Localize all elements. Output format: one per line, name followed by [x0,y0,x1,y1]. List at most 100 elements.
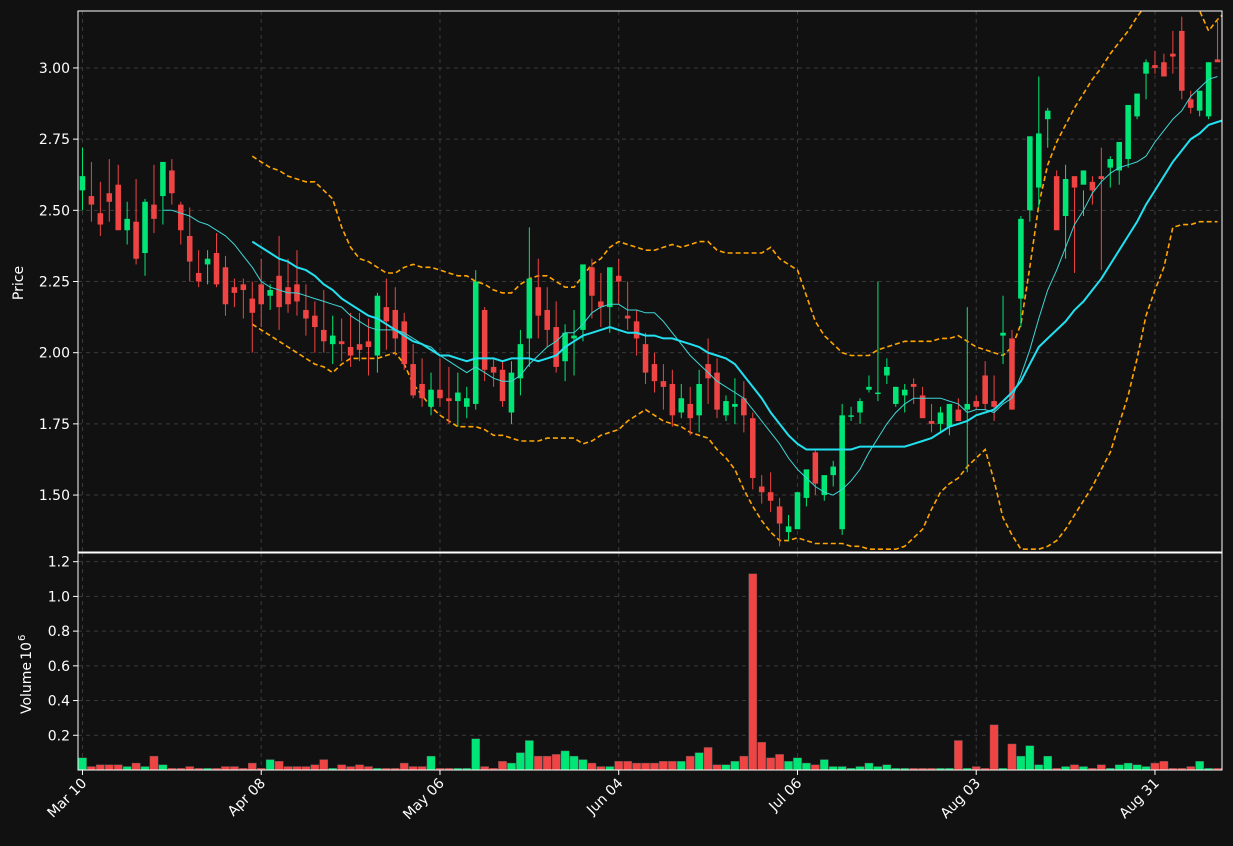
volume-bar [533,755,543,771]
volume-bar [1159,761,1169,771]
volume-bar [703,747,713,771]
volume-bar [319,759,329,771]
volume-bar [569,755,579,771]
volume-bar [417,766,427,771]
volume-bar [659,761,668,771]
volume-bar [1114,764,1124,771]
candle-body-down [347,346,354,356]
volume-bar [1195,761,1204,771]
candle-body-up [1134,93,1140,117]
price-tick-label: 2.00 [39,346,70,362]
candle-body-up [785,526,792,533]
candle-body-down [660,381,667,387]
volume-bar [712,764,722,771]
candle-body-down [1170,53,1176,57]
candle-body-up [580,264,586,330]
candle-body-up [937,412,944,424]
candle-body-up [508,372,515,413]
candle-body-up [1062,178,1069,217]
volume-bar [739,755,749,771]
candle-body-down [642,344,649,373]
volume-bar [784,761,793,771]
volume-bar [1097,764,1106,771]
volume-bar [551,754,561,771]
candle-body-down [365,341,372,347]
candle-body-up [124,218,130,231]
candle-body-down [303,309,309,319]
volume-bar [1061,766,1070,771]
candle-body-down [437,389,443,399]
volume-bar [641,762,650,771]
candle-body-down [481,309,488,370]
candle-body-up [1116,141,1122,171]
candle-body-down [276,275,282,308]
candle-body-down [973,401,979,407]
candle-body-down [240,284,247,291]
candle-body-down [633,321,640,339]
candle-body-up [946,403,953,427]
candle-body-down [624,315,631,319]
volume-bar [614,761,624,771]
candlestick-chart: 1.50 1.75 2.00 2.25 2.50 2.75 3.00 0.2 0.4 0.6 0.… [0,0,1233,842]
volume-bar [819,759,829,771]
candle-body-up [1196,90,1203,111]
candle-body-down [169,170,175,194]
candle-body-up [1000,332,1006,336]
volume-bar [185,766,195,771]
volume-bar [828,766,838,771]
volume-bar [1132,764,1142,771]
candle-body-down [195,272,202,282]
volume-bar [1043,755,1053,771]
price-tick-label: 2.75 [39,132,70,148]
candle-body-down [356,344,363,350]
candle-body-down [991,401,997,407]
volume-bar [274,761,284,771]
volume-bar [221,766,230,771]
volume-bar [811,764,820,771]
volume-bar [1123,762,1133,771]
candle-body-up [803,469,810,498]
candle-body-down [750,418,756,478]
volume-bar [149,755,159,771]
candle-body-up [1107,159,1114,168]
volume-bar [989,724,999,771]
volume-bar [954,740,963,771]
candle-body-down [919,395,926,419]
candle-body-up [1018,218,1024,299]
volume-bar [426,755,436,771]
volume-bar [623,761,632,771]
volume-bar [310,764,320,771]
candle-body-up [732,403,738,407]
volume-bar [793,757,802,771]
candle-body-down [133,221,139,259]
volume-tick-label: 0.4 [48,694,70,710]
candle-body-up [1036,133,1042,188]
candle-body-down [651,364,658,382]
candle-body-up [696,384,702,416]
candle-body-down [669,384,676,416]
price-tick-label: 2.25 [39,275,70,291]
volume-bar [650,762,659,771]
candle-body-down [553,327,559,367]
candle-body-down [767,492,774,501]
volume-bar [104,764,114,771]
volume-bar [757,742,767,771]
candle-body-up [526,278,533,339]
candle-body-down [178,204,184,231]
candle-body-down [338,341,345,345]
volume-axis-label: Volume [19,662,35,714]
candle-body-up [794,492,801,530]
candle-body-up [455,392,461,402]
candle-body-up [267,290,273,296]
candle-body-down [1053,176,1060,231]
volume-bar [694,752,704,771]
volume-bar [337,764,346,771]
volume-bar [283,766,293,771]
volume-bar [730,761,740,771]
volume-tick-label: 0.2 [48,728,70,744]
candle-body-up [204,258,211,265]
candle-body-down [955,409,962,422]
price-tick-label: 1.50 [39,488,70,504]
volume-tick-label: 0.8 [48,624,70,640]
volume-bar [587,762,597,771]
